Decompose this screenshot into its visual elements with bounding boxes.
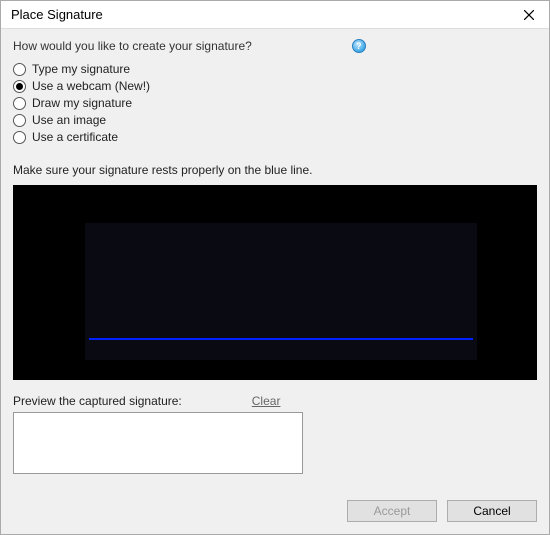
question-text: How would you like to create your signat… — [13, 39, 252, 53]
radio-label: Use a webcam (New!) — [32, 79, 150, 93]
clear-link[interactable]: Clear — [252, 394, 281, 408]
signature-preview-box — [13, 412, 303, 474]
close-button[interactable] — [509, 1, 549, 29]
radio-label: Type my signature — [32, 62, 130, 76]
radio-label: Draw my signature — [32, 96, 132, 110]
signature-method-group: Type my signature Use a webcam (New!) Dr… — [13, 59, 537, 147]
place-signature-dialog: Place Signature How would you like to cr… — [0, 0, 550, 535]
radio-icon — [13, 131, 26, 144]
webcam-capture-area — [13, 185, 537, 380]
radio-use-certificate[interactable]: Use a certificate — [13, 130, 537, 144]
radio-label: Use a certificate — [32, 130, 118, 144]
radio-type-signature[interactable]: Type my signature — [13, 62, 537, 76]
radio-icon — [13, 114, 26, 127]
dialog-footer: Accept Cancel — [1, 490, 549, 534]
titlebar: Place Signature — [1, 1, 549, 29]
radio-use-image[interactable]: Use an image — [13, 113, 537, 127]
close-icon — [524, 10, 534, 20]
radio-draw-signature[interactable]: Draw my signature — [13, 96, 537, 110]
radio-icon — [13, 63, 26, 76]
preview-label: Preview the captured signature: — [13, 394, 182, 408]
radio-label: Use an image — [32, 113, 106, 127]
instruction-text: Make sure your signature rests properly … — [13, 163, 537, 177]
signature-baseline — [89, 338, 473, 340]
dialog-title: Place Signature — [11, 7, 103, 22]
dialog-content: How would you like to create your signat… — [1, 29, 549, 490]
radio-icon — [13, 97, 26, 110]
radio-icon — [13, 80, 26, 93]
preview-row: Preview the captured signature: Clear — [13, 394, 537, 408]
accept-button[interactable]: Accept — [347, 500, 437, 522]
question-row: How would you like to create your signat… — [13, 39, 537, 53]
help-icon[interactable]: ? — [352, 39, 366, 53]
cancel-button[interactable]: Cancel — [447, 500, 537, 522]
radio-webcam[interactable]: Use a webcam (New!) — [13, 79, 537, 93]
